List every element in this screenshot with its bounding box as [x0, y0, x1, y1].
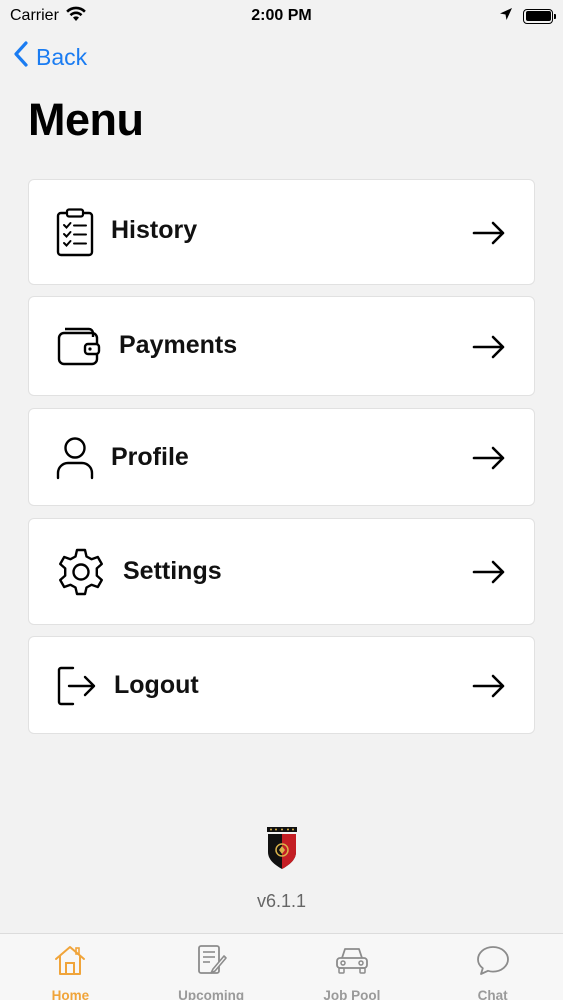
tab-chat[interactable]: Chat: [422, 934, 563, 1000]
back-label: Back: [36, 43, 88, 70]
wifi-icon: [65, 6, 87, 27]
chevron-left-icon: [14, 41, 28, 73]
app-version: v6.1.1: [256, 891, 307, 911]
arrow-right-icon: [472, 221, 506, 245]
arrow-right-icon: [472, 335, 506, 359]
carrier-label: Carrier: [10, 7, 59, 24]
clipboard-checklist-icon: [55, 208, 95, 258]
tab-label: Job Pool: [323, 988, 381, 1000]
menu-item-settings[interactable]: Settings: [28, 518, 535, 625]
menu-item-label: Profile: [111, 443, 189, 471]
tab-job-pool[interactable]: Job Pool: [282, 934, 423, 1000]
chat-bubble-icon: [476, 944, 510, 981]
menu-item-label: History: [111, 216, 198, 244]
menu-item-payments[interactable]: Payments: [28, 296, 535, 396]
arrow-right-icon: [472, 674, 506, 698]
menu-item-profile[interactable]: Profile: [28, 408, 535, 506]
battery-icon: [523, 8, 556, 24]
wallet-icon: [57, 325, 101, 367]
house-icon: [53, 944, 87, 981]
person-icon: [56, 436, 94, 480]
tab-home[interactable]: Home: [0, 934, 141, 1000]
status-bar: Carrier 2:00 PM: [0, 0, 563, 32]
location-arrow-icon: [499, 7, 513, 26]
arrow-right-icon: [472, 560, 506, 584]
back-button[interactable]: Back: [14, 40, 87, 74]
status-left: Carrier: [10, 6, 87, 27]
menu-item-label: Settings: [123, 557, 222, 585]
tab-label: Chat: [477, 988, 508, 1000]
page-title: Menu: [28, 94, 144, 145]
menu-item-logout[interactable]: Logout: [28, 636, 535, 734]
status-right: [499, 7, 556, 26]
gear-icon: [56, 547, 106, 597]
shield-logo-icon: [266, 826, 298, 870]
logout-icon: [57, 666, 97, 706]
tab-label: Home: [51, 988, 90, 1000]
car-icon: [335, 944, 369, 981]
tab-label: Upcoming: [178, 988, 245, 1000]
menu-item-label: Payments: [119, 331, 238, 359]
tab-upcoming[interactable]: Upcoming: [141, 934, 282, 1000]
menu-item-history[interactable]: History: [28, 179, 535, 285]
tab-bar: Home Upcoming Job Pool Chat: [0, 933, 563, 1000]
menu-item-label: Logout: [114, 671, 199, 699]
arrow-right-icon: [472, 446, 506, 470]
document-pencil-icon: [194, 944, 228, 981]
